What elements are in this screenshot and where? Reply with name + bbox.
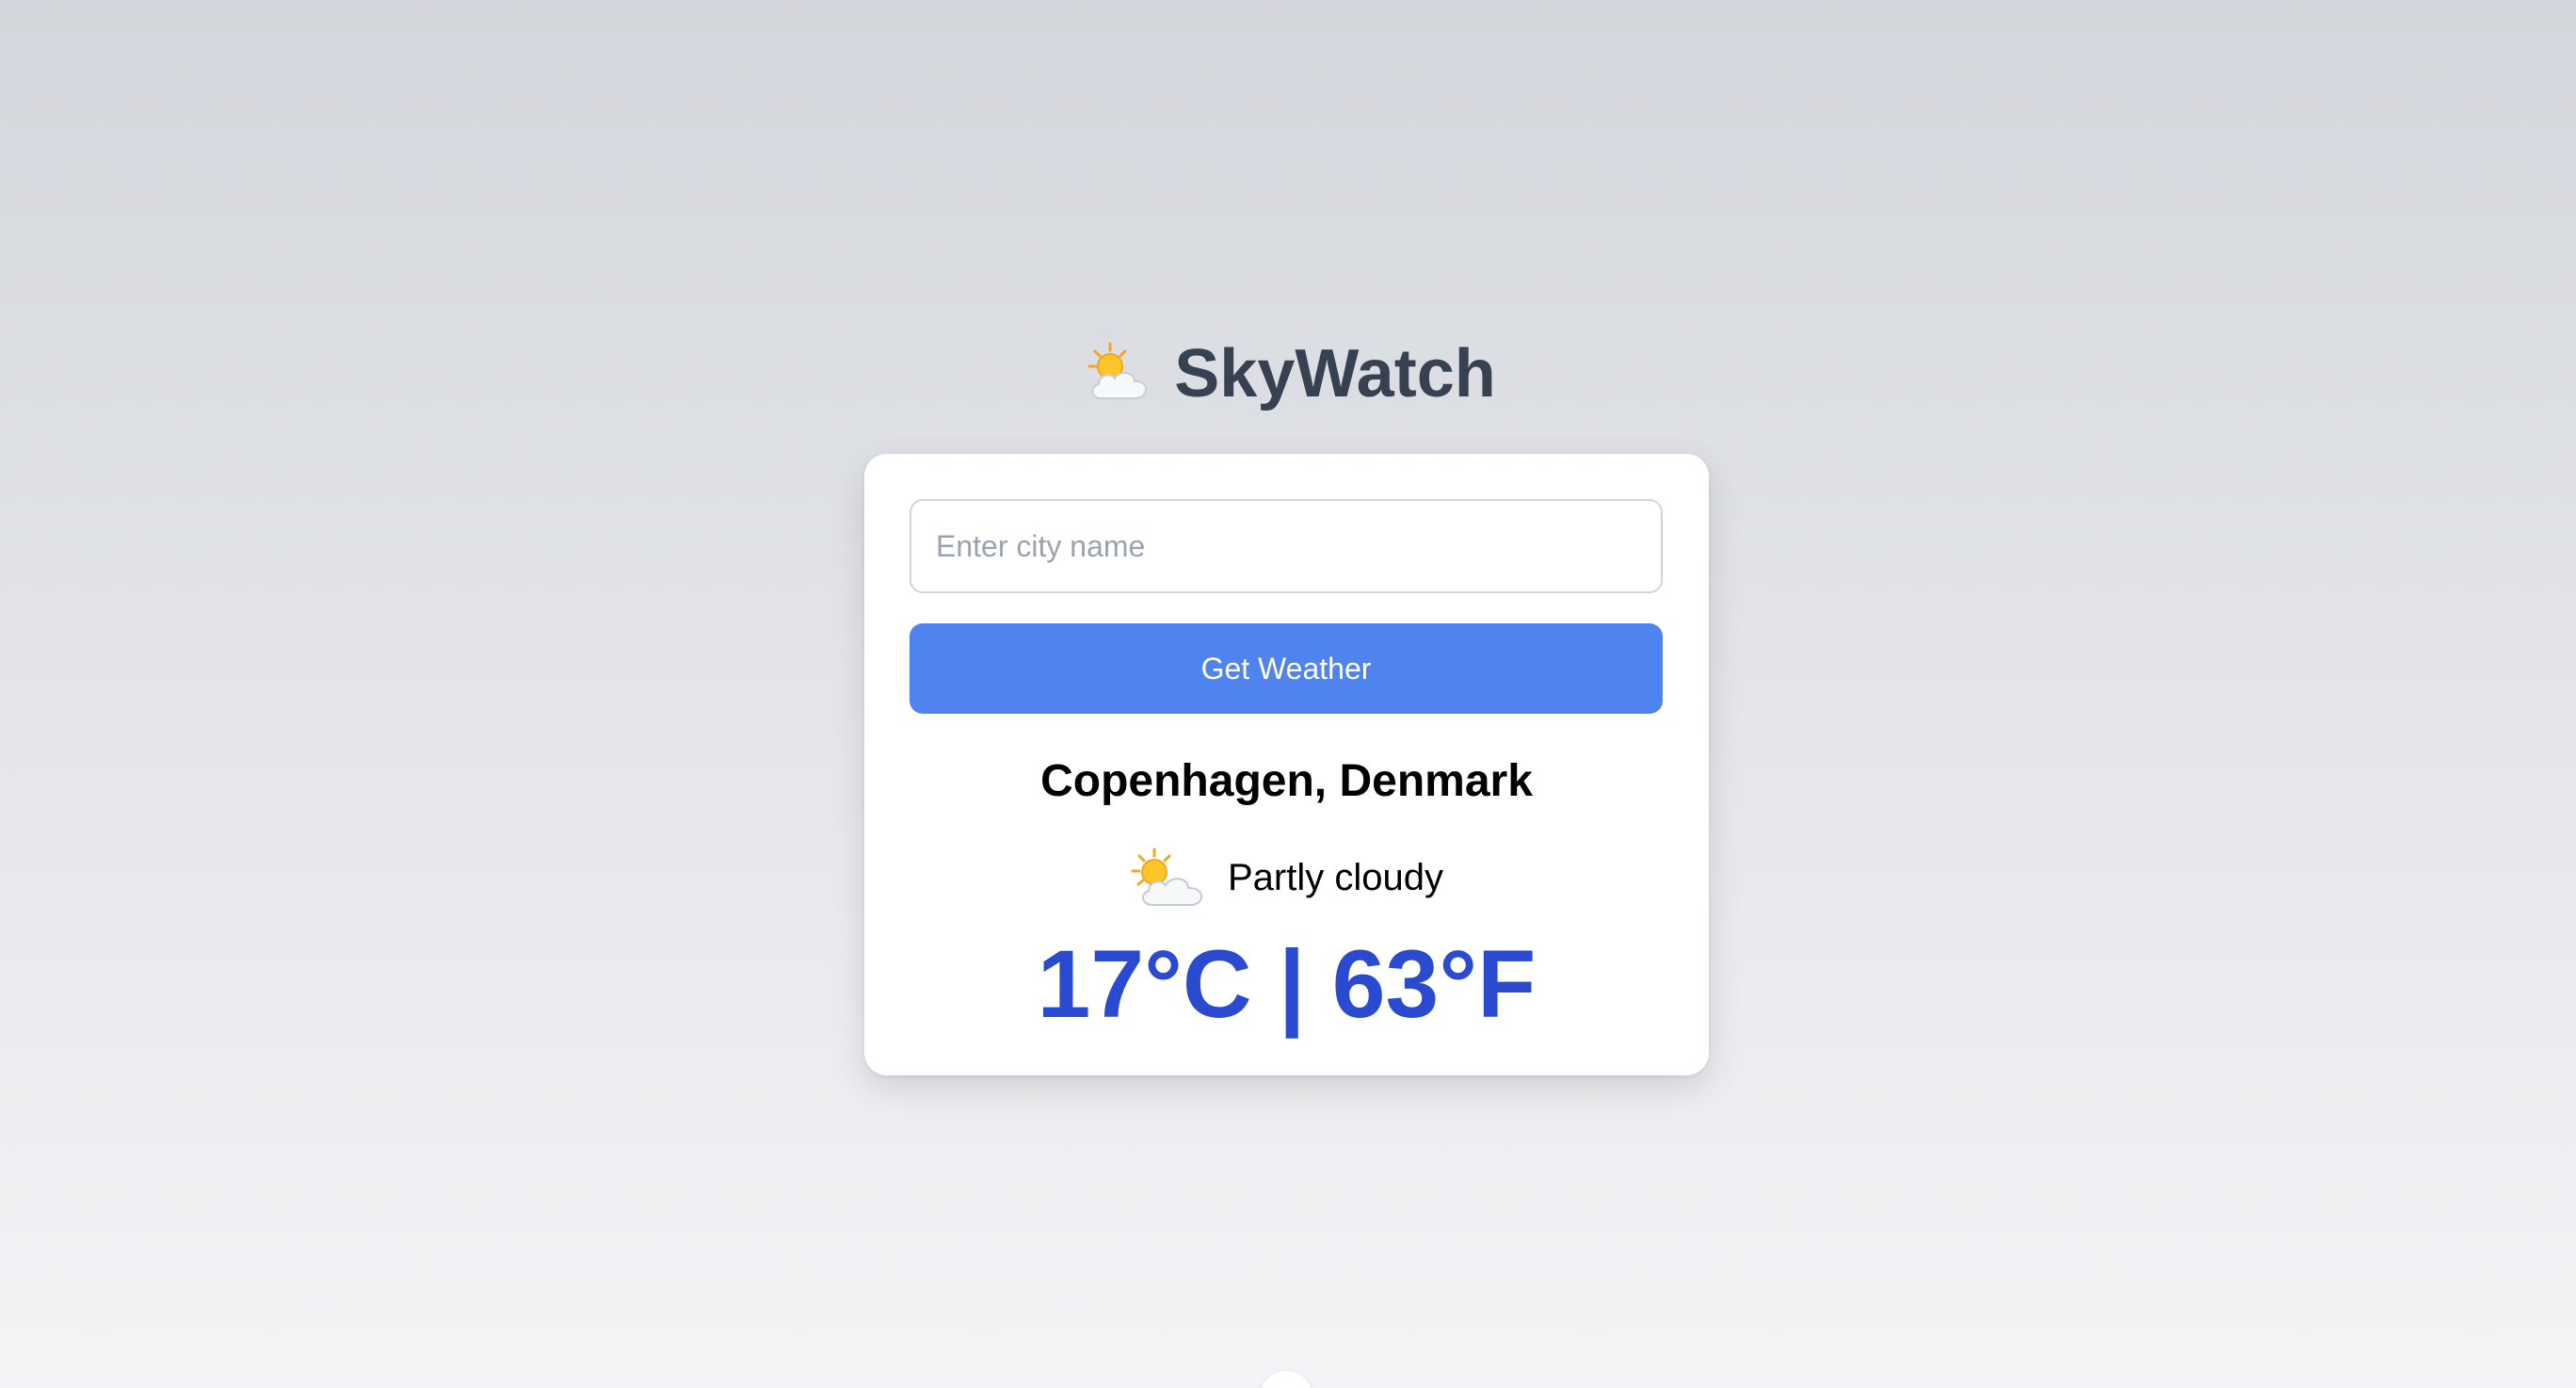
location-name: Copenhagen, Denmark xyxy=(1040,756,1533,806)
get-weather-button[interactable]: Get Weather xyxy=(910,623,1663,714)
sun-behind-cloud-icon xyxy=(1087,342,1148,399)
condition-text: Partly cloudy xyxy=(1228,856,1443,898)
weather-card: Get Weather Copenhagen, Denmark Partly c… xyxy=(864,454,1709,1075)
app-header: SkyWatch xyxy=(0,330,2576,418)
city-search-input[interactable] xyxy=(910,499,1663,593)
app-title: SkyWatch xyxy=(1174,336,1496,412)
floating-widget-button[interactable] xyxy=(1260,1371,1312,1388)
condition-row: Partly cloudy xyxy=(864,840,1709,915)
temperature-reading: 17°C | 63°F xyxy=(1037,930,1537,1038)
sun-behind-cloud-icon xyxy=(1131,847,1203,906)
